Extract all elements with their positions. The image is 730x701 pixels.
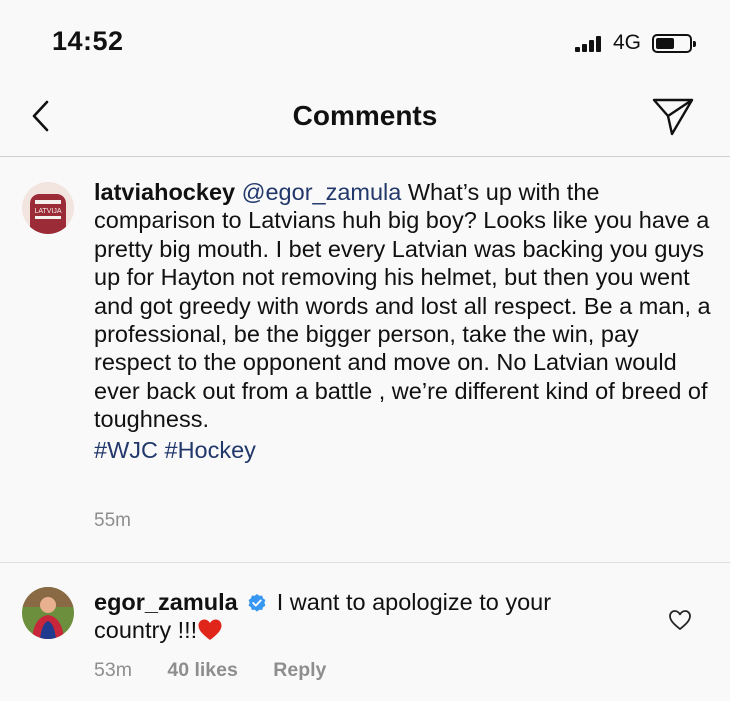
comment-text: egor_zamula I want to apologize to your … xyxy=(94,588,634,645)
comment-hashtags[interactable]: #WJC #Hockey xyxy=(94,436,714,464)
red-heart-emoji xyxy=(198,619,222,641)
status-bar: 14:52 4G xyxy=(0,0,730,88)
comment-item: egor_zamula I want to apologize to your … xyxy=(0,563,730,701)
like-count[interactable]: 40 likes xyxy=(167,659,237,681)
comment-timestamp: 55m xyxy=(94,510,131,531)
comment-meta: 53m 40 likes Reply xyxy=(94,659,356,682)
signal-strength-icon xyxy=(575,36,605,52)
avatar[interactable]: LATVIJA xyxy=(22,182,74,234)
battery-icon xyxy=(652,34,696,53)
paper-plane-icon[interactable] xyxy=(650,94,696,138)
comment-timestamp: 53m xyxy=(94,659,132,681)
comment-item: LATVIJA latviahockey @egor_zamula What’s… xyxy=(0,160,730,563)
comment-body: What’s up with the comparison to Latvian… xyxy=(94,179,711,433)
comment-text: latviahockey @egor_zamula What’s up with… xyxy=(94,178,714,464)
verified-badge-icon xyxy=(248,594,266,612)
status-time: 14:52 xyxy=(52,26,124,56)
avatar-logo-text: LATVIJA xyxy=(34,208,61,215)
nav-bar: Comments xyxy=(0,88,730,157)
reply-button[interactable]: Reply xyxy=(273,659,326,681)
comment-mention[interactable]: @egor_zamula xyxy=(242,179,402,205)
comment-username[interactable]: egor_zamula xyxy=(94,589,238,615)
avatar[interactable] xyxy=(22,587,74,639)
comment-username[interactable]: latviahockey xyxy=(94,179,235,205)
network-type: 4G xyxy=(613,31,642,54)
heart-outline-icon[interactable] xyxy=(667,608,693,632)
page-title: Comments xyxy=(292,100,438,131)
